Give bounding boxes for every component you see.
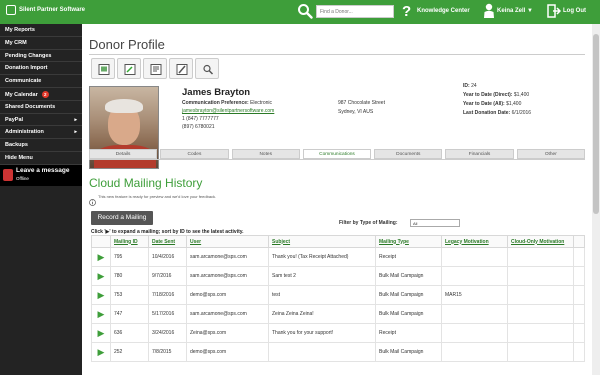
page-scrollbar[interactable]	[592, 24, 600, 375]
page-title: Donor Profile	[89, 37, 165, 52]
sidebar-item-backups[interactable]: Backups	[0, 139, 82, 152]
user-icon[interactable]	[483, 3, 495, 24]
tab-codes[interactable]: Codes	[160, 149, 229, 159]
sidebar-item-pending-changes[interactable]: Pending Changes	[0, 50, 82, 63]
sidebar-item-shared-documents[interactable]: Shared Documents	[0, 101, 82, 114]
mailing-history-title: Cloud Mailing History	[89, 176, 203, 190]
user-menu[interactable]: Keina Zell ▼	[497, 8, 533, 14]
sidebar-item-my-calendar[interactable]: My Calendar 2	[0, 88, 82, 101]
chat-widget[interactable]: Leave a message Offline	[0, 164, 82, 186]
table-row: ▶ 747 5/17/2016 sam.arcamone@sps.com Zeina …	[91, 304, 585, 324]
search-icon[interactable]	[297, 3, 313, 24]
column-subject[interactable]: Subject	[268, 235, 376, 248]
tab-details[interactable]: Details	[89, 149, 158, 159]
top-bar: Silent Partner Software ? Knowledge Cent…	[0, 0, 600, 24]
chat-icon	[3, 168, 13, 181]
expand-icon[interactable]: ▶	[91, 323, 111, 343]
expand-icon[interactable]: ▶	[91, 342, 111, 362]
sidebar-item-donation-import[interactable]: Donation Import	[0, 62, 82, 76]
sidebar-item-paypal[interactable]: PayPal ▸	[0, 114, 82, 127]
sidebar-item-administration[interactable]: Administration ▸	[0, 126, 82, 140]
record-mailing-button[interactable]: Record a Mailing	[91, 211, 153, 225]
sidebar-item-my-crm[interactable]: My CRM	[0, 37, 82, 50]
expand-icon[interactable]: ▶	[91, 304, 111, 324]
donor-phone-2: (897) 6780021	[182, 124, 215, 130]
communication-preference: Communication Preference: Electronic	[182, 100, 273, 106]
title-divider	[89, 54, 585, 55]
expand-icon[interactable]: ▶	[91, 247, 111, 267]
table-header-row: Mailing ID Date Sent User Subject Mailin…	[91, 235, 585, 248]
info-icon	[89, 193, 96, 211]
donor-search-input[interactable]	[316, 5, 394, 18]
stat-ytd-direct: Year to Date (Direct): $1,400	[463, 92, 530, 98]
stat-last-donation: Last Donation Date: 6/1/2016	[463, 110, 532, 116]
column-mailing-id[interactable]: Mailing ID	[110, 235, 149, 248]
sidebar-item-hide-menu[interactable]: Hide Menu	[0, 152, 82, 165]
calendar-count-badge: 2	[41, 90, 49, 98]
toolbar-search-button[interactable]	[195, 58, 219, 79]
profile-tabs: Details Codes Notes Communications Docum…	[89, 149, 585, 159]
column-date-sent[interactable]: Date Sent	[148, 235, 187, 248]
sidebar: My Reports My CRM Pending Changes Donati…	[0, 24, 82, 375]
chat-status: Offline	[16, 175, 29, 181]
donor-name: James Brayton	[182, 87, 251, 98]
table-row: ▶ 636 3/24/2016 Zeina@sps.com Thank you for…	[91, 323, 585, 343]
chat-title: Leave a message	[16, 166, 70, 174]
tab-notes[interactable]: Notes	[231, 149, 300, 159]
chevron-right-icon: ▸	[74, 129, 77, 136]
column-user[interactable]: User	[186, 235, 269, 248]
table-row: ▶ 780 9/7/2016 sam.arcamone@sps.com Sam tes…	[91, 266, 585, 286]
table-row: ▶ 753 7/18/2016 demo@sps.com test Bulk Mail …	[91, 285, 585, 305]
knowledge-center-link[interactable]: Knowledge Center	[417, 8, 470, 14]
expand-icon[interactable]: ▶	[91, 266, 111, 286]
tab-financials[interactable]: Financials	[445, 149, 514, 159]
donor-phone-1: 1 (847) 7777777	[182, 116, 219, 122]
table-row: ▶ 252 7/8/2015 demo@sps.com Bulk Mail Campa…	[91, 342, 585, 362]
donor-email-link[interactable]: jamesbrayton@silentpartnersoftware.com	[182, 108, 274, 114]
logout-link[interactable]: Log Out	[563, 8, 586, 14]
main-content: Donor Profile James Brayton Communicatio…	[82, 24, 592, 375]
question-icon[interactable]: ?	[402, 3, 411, 20]
toolbar-edit-button[interactable]	[117, 58, 141, 79]
tab-documents[interactable]: Documents	[374, 149, 443, 159]
scrollbar-thumb[interactable]	[593, 34, 599, 214]
address-line-2: Sydney, VI AUS	[338, 109, 374, 115]
logout-icon[interactable]	[547, 4, 562, 23]
stat-ytd-all: Year to Date (All): $1,400	[463, 101, 522, 107]
sidebar-item-communicate[interactable]: Communicate	[0, 75, 82, 88]
toolbar-profile-button[interactable]	[91, 58, 115, 79]
column-mailing-type[interactable]: Mailing Type	[375, 235, 442, 248]
tab-divider	[89, 159, 585, 160]
address-line-1: 987 Chocolate Street	[338, 100, 385, 106]
tab-communications[interactable]: Communications	[302, 149, 372, 159]
column-cloud-only-motivation[interactable]: Cloud-Only Motivation	[507, 235, 574, 248]
extra-column-header	[573, 235, 585, 248]
stat-id: ID: 24	[463, 83, 477, 89]
logo-icon	[6, 5, 16, 15]
expand-icon[interactable]: ▶	[91, 285, 111, 305]
filter-label: Filter by Type of Mailing:	[339, 220, 398, 226]
app-name: Silent Partner Software	[19, 7, 86, 13]
table-row: ▶ 795 10/4/2016 sam.arcamone@sps.com Thank …	[91, 247, 585, 267]
mailing-table: Mailing ID Date Sent User Subject Mailin…	[91, 235, 585, 362]
chevron-right-icon: ▸	[74, 116, 77, 123]
app-logo[interactable]: Silent Partner Software	[6, 5, 85, 15]
feature-info-text: This new feature is ready for preview an…	[98, 194, 217, 199]
toolbar-write-button[interactable]	[169, 58, 193, 79]
mailing-type-filter[interactable]: All	[410, 219, 460, 227]
column-legacy-motivation[interactable]: Legacy Motivation	[441, 235, 508, 248]
tab-other[interactable]: Other	[516, 149, 585, 159]
expand-column-header	[91, 235, 111, 248]
sidebar-item-my-reports[interactable]: My Reports	[0, 24, 82, 37]
toolbar-notes-button[interactable]	[143, 58, 167, 79]
